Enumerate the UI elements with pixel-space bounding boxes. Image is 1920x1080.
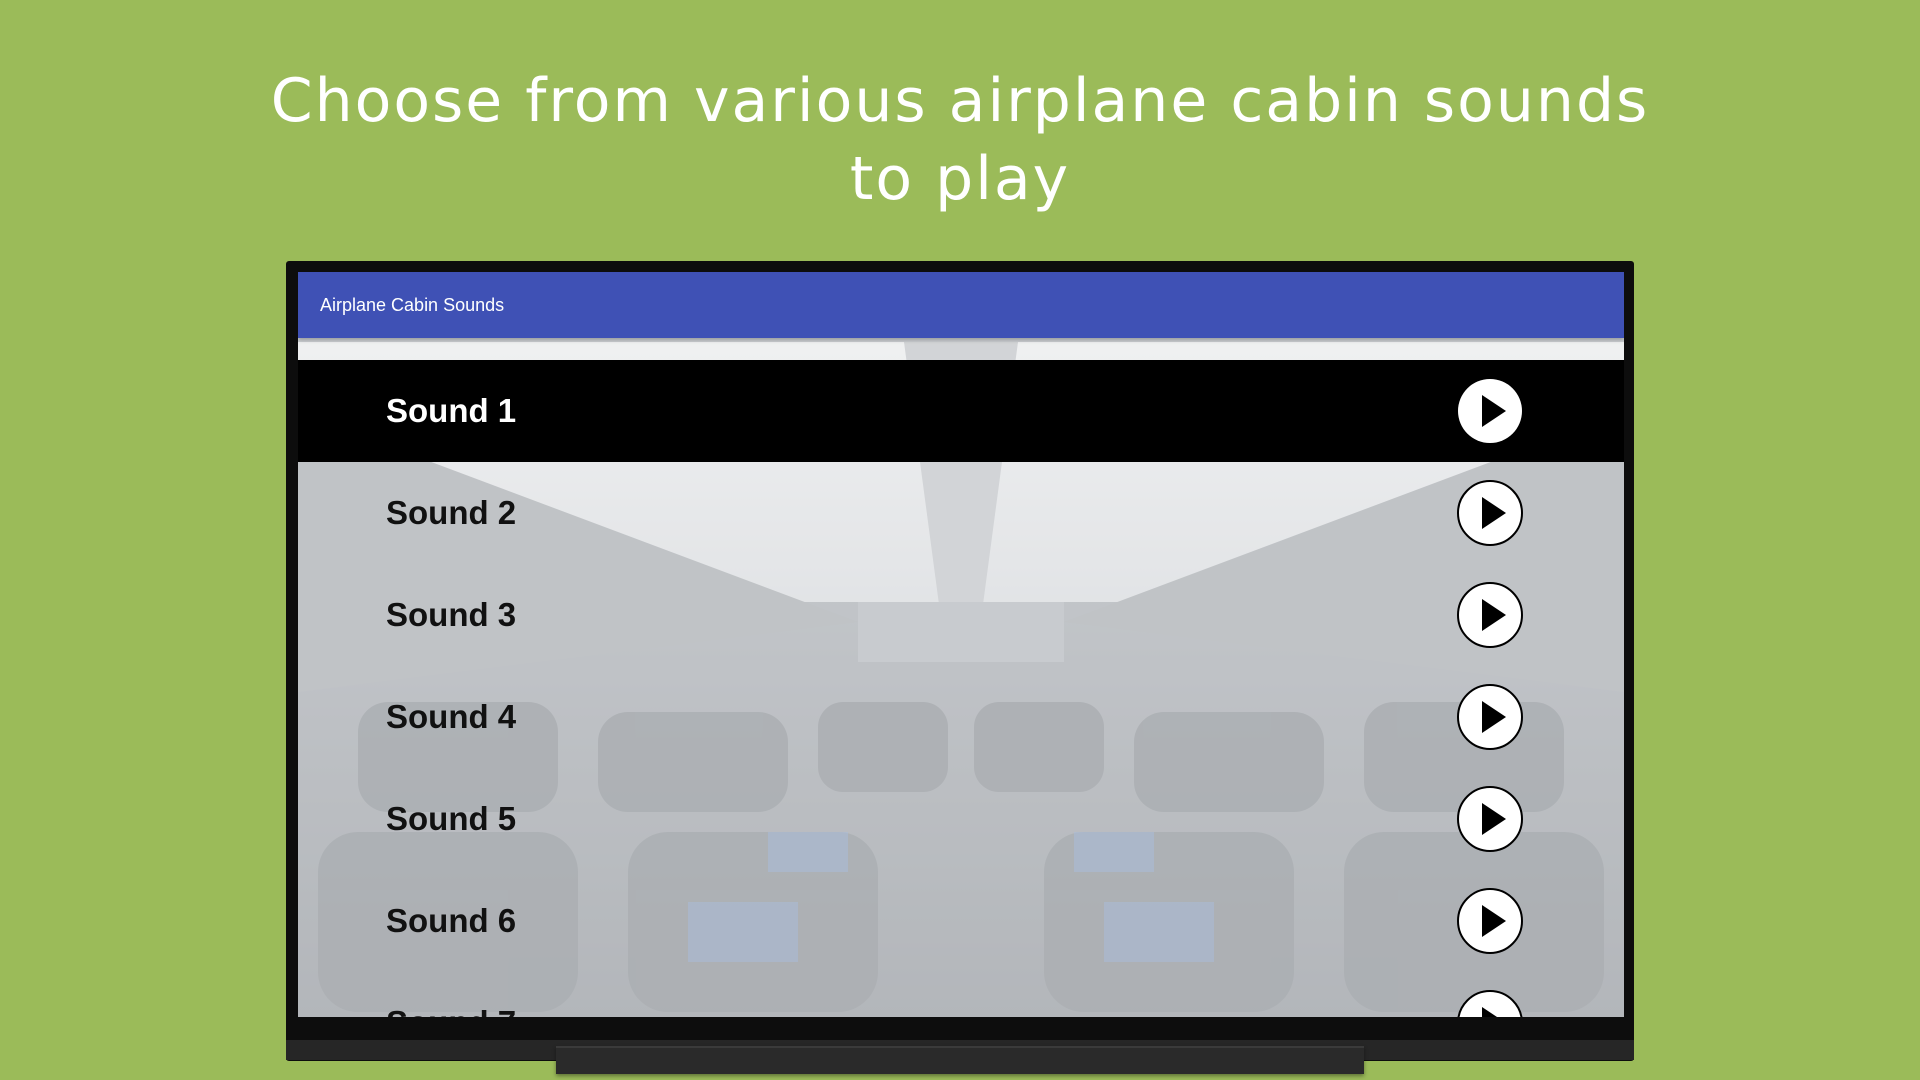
play-circle-icon[interactable] [1456,887,1524,955]
sound-label: Sound 4 [386,698,517,735]
sound-row[interactable]: Sound 7 [298,972,1624,1017]
play-circle-icon[interactable] [1456,581,1524,649]
sound-row[interactable]: Sound 3 [298,564,1624,666]
app-screen: Airplane Cabin Sounds Sound 1 Sound 2 Soun… [298,272,1624,1017]
sound-label: Sound 3 [386,596,517,633]
sound-label: Sound 7 [386,972,516,1017]
sound-label: Sound 5 [386,800,517,837]
app-bar: Airplane Cabin Sounds [298,272,1624,338]
promo-headline-line-1: Choose from various airplane cabin sound… [270,66,1650,136]
tv-stand [556,1046,1364,1074]
promo-headline-line-2: to play [849,144,1071,214]
sound-label: Sound 1 [386,392,517,429]
sound-label: Sound 6 [386,902,517,939]
sound-row[interactable]: Sound 5 [298,768,1624,870]
app-title: Airplane Cabin Sounds [320,295,505,315]
sound-label: Sound 2 [386,494,517,531]
play-circle-icon[interactable] [1456,683,1524,751]
promo-headline: Choose from various airplane cabin sound… [0,62,1920,218]
sound-list: Sound 1 Sound 2 Sound 3 Sound 4 Sound 5 Sound… [298,360,1624,1017]
play-circle-icon[interactable] [1456,479,1524,547]
play-circle-icon[interactable] [1456,377,1524,445]
sound-row[interactable]: Sound 1 [298,360,1624,462]
play-circle-icon[interactable] [1456,785,1524,853]
sound-row[interactable]: Sound 6 [298,870,1624,972]
sound-row[interactable]: Sound 2 [298,462,1624,564]
play-circle-icon[interactable] [1456,989,1524,1017]
sound-row[interactable]: Sound 4 [298,666,1624,768]
